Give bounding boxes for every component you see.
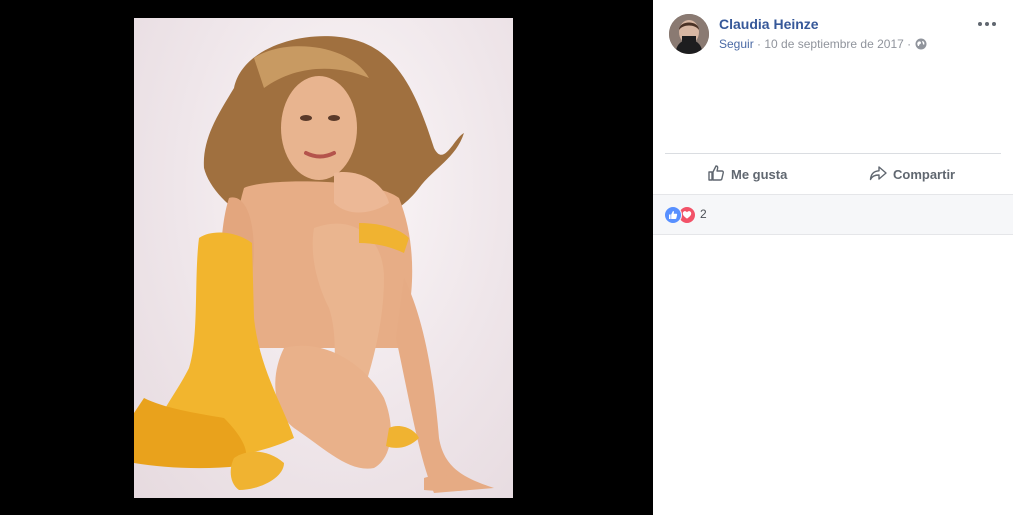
reaction-count[interactable]: 2	[700, 207, 707, 221]
like-reaction-icon	[664, 206, 682, 224]
thumbs-up-icon	[707, 164, 725, 185]
like-button[interactable]: Me gusta	[707, 163, 787, 185]
reactions-bar: 2	[653, 194, 1013, 235]
share-button[interactable]: Compartir	[869, 163, 955, 185]
meta-separator: ·	[757, 37, 762, 51]
avatar[interactable]	[669, 14, 709, 54]
reaction-icons[interactable]	[664, 206, 698, 224]
author-name[interactable]: Claudia Heinze	[719, 16, 819, 32]
meta-separator: ·	[907, 37, 912, 51]
post-header: Claudia Heinze Seguir · 10 de septiembre…	[653, 0, 1013, 70]
post-photo[interactable]	[134, 18, 513, 498]
follow-link[interactable]: Seguir	[719, 37, 754, 51]
like-label: Me gusta	[731, 166, 788, 182]
post-meta: Seguir · 10 de septiembre de 2017 ·	[719, 37, 927, 53]
more-options-icon[interactable]	[977, 14, 997, 34]
post-date[interactable]: 10 de septiembre de 2017	[764, 37, 903, 51]
post-side-panel: Claudia Heinze Seguir · 10 de septiembre…	[653, 0, 1013, 515]
post-actions: Me gusta Compartir	[653, 153, 1013, 193]
share-arrow-icon	[869, 164, 887, 185]
globe-icon[interactable]	[915, 38, 927, 53]
photo-viewer	[0, 0, 653, 515]
divider	[665, 153, 1001, 154]
share-label: Compartir	[893, 166, 956, 182]
